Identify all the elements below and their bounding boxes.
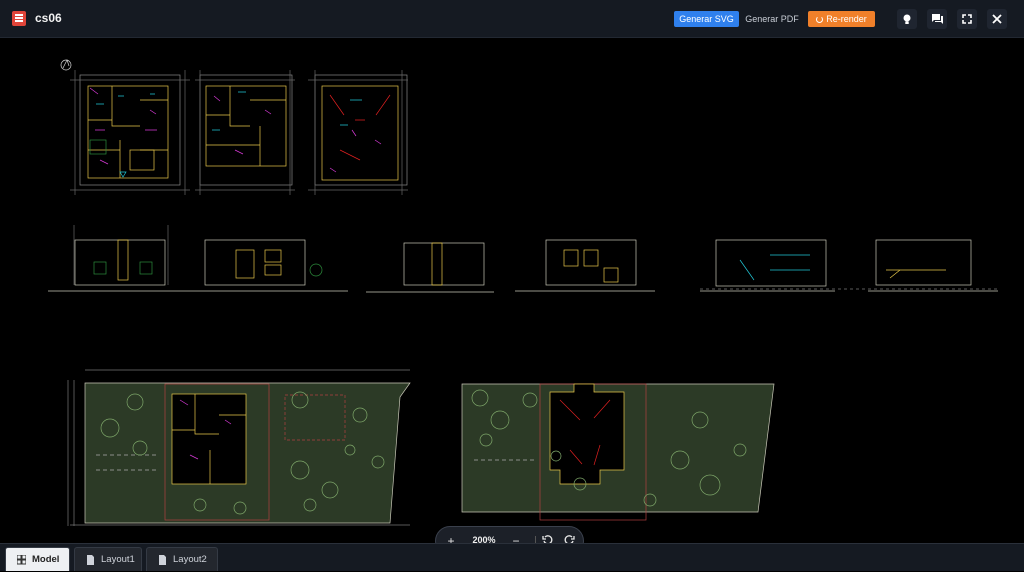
document-title: cs06: [35, 11, 62, 25]
pdf-file-icon: [12, 11, 26, 26]
floor-plan-1: [70, 70, 190, 195]
tab-layout1-label: Layout1: [101, 554, 135, 565]
generate-svg-button[interactable]: Generar SVG: [674, 11, 739, 27]
tab-layout1[interactable]: Layout1: [74, 547, 142, 571]
tab-model[interactable]: Model: [5, 547, 70, 571]
app-header: cs06 Generar SVG Generar PDF Re-render: [0, 0, 1024, 38]
tab-layout2[interactable]: Layout2: [146, 547, 218, 571]
fullscreen-icon[interactable]: [957, 9, 977, 29]
lightbulb-icon[interactable]: [897, 9, 917, 29]
elevations: [48, 225, 1000, 293]
rerender-button[interactable]: Re-render: [808, 11, 875, 27]
floor-plan-3: [308, 70, 408, 195]
close-icon[interactable]: [987, 9, 1007, 29]
chat-icon[interactable]: [927, 9, 947, 29]
site-plan-2: [461, 383, 775, 521]
site-plan-1: [67, 369, 411, 526]
tab-layout2-label: Layout2: [173, 554, 207, 565]
document-icon: [159, 555, 166, 565]
cad-drawing-canvas[interactable]: [0, 39, 1024, 543]
layout-tabs: Model Layout1 Layout2: [0, 543, 1024, 571]
tab-model-label: Model: [32, 554, 60, 565]
floor-plan-2: [195, 70, 295, 195]
grid-icon: [17, 555, 26, 565]
refresh-icon: [816, 16, 824, 23]
rerender-label: Re-render: [826, 14, 867, 24]
cad-drawing: [48, 59, 1000, 526]
generate-pdf-button[interactable]: Generar PDF: [741, 11, 803, 27]
document-icon: [87, 555, 94, 565]
